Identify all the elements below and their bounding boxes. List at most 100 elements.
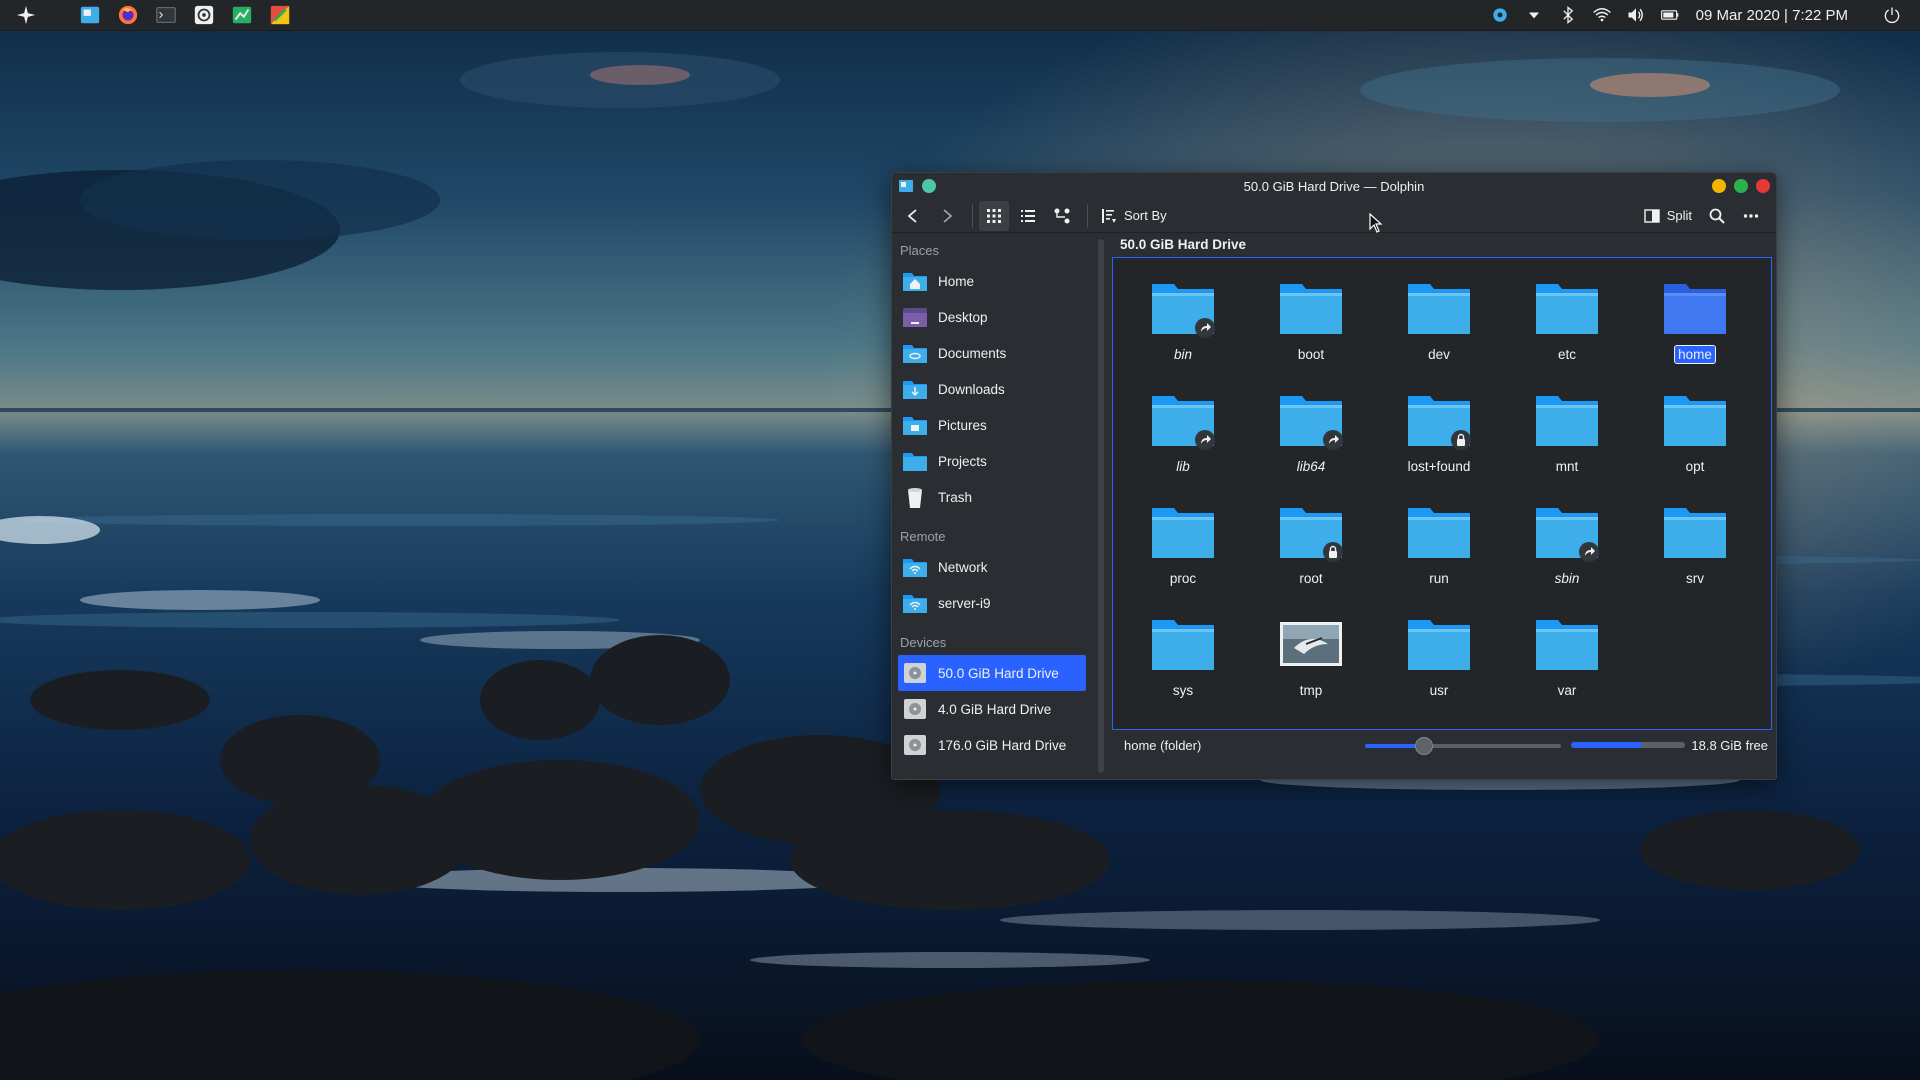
- lock-icon: [1457, 433, 1465, 446]
- places-item-trash[interactable]: Trash: [898, 479, 1086, 515]
- places-item-50-0-gib-hard-drive[interactable]: 50.0 GiB Hard Drive: [898, 655, 1086, 691]
- expand-arrow-icon[interactable]: [1522, 3, 1546, 27]
- file-item-tmp[interactable]: tmp: [1247, 612, 1375, 724]
- file-item-var[interactable]: var: [1503, 612, 1631, 724]
- file-item-usr[interactable]: usr: [1375, 612, 1503, 724]
- window-titlebar[interactable]: 50.0 GiB Hard Drive — Dolphin: [892, 173, 1776, 199]
- places-item-pictures[interactable]: Pictures: [898, 407, 1086, 443]
- places-item-downloads[interactable]: Downloads: [898, 371, 1086, 407]
- search-button[interactable]: [1702, 201, 1732, 231]
- file-item-sbin[interactable]: sbin: [1503, 500, 1631, 612]
- file-label: etc: [1557, 347, 1576, 362]
- tree-icon: [1054, 208, 1070, 223]
- file-item-sys[interactable]: sys: [1119, 612, 1247, 724]
- menu-button[interactable]: [1736, 201, 1766, 231]
- places-item-desktop[interactable]: Desktop: [898, 299, 1086, 335]
- battery-icon[interactable]: [1658, 3, 1682, 27]
- folder-icon: [1536, 396, 1598, 446]
- symlink-icon: [1201, 323, 1211, 332]
- krita-icon[interactable]: [268, 3, 292, 27]
- file-item-boot[interactable]: boot: [1247, 276, 1375, 388]
- places-item-documents[interactable]: Documents: [898, 335, 1086, 371]
- file-item-lib64[interactable]: lib64: [1247, 388, 1375, 500]
- mouse-cursor-icon: [1369, 213, 1383, 233]
- sort-icon: [1102, 208, 1116, 223]
- lock-icon: [1329, 545, 1337, 558]
- file-item-root[interactable]: root: [1247, 500, 1375, 612]
- file-item-lost-found[interactable]: lost+found: [1375, 388, 1503, 500]
- file-grid[interactable]: bin boot dev etc home lib lib64 lost+found mnt op…: [1112, 257, 1772, 730]
- close-button[interactable]: [1756, 179, 1770, 193]
- file-item-home[interactable]: home: [1631, 276, 1759, 388]
- places-item-projects[interactable]: Projects: [898, 443, 1086, 479]
- dolphin-icon[interactable]: [78, 3, 102, 27]
- file-label: mnt: [1555, 459, 1579, 474]
- zoom-slider[interactable]: [1365, 737, 1562, 755]
- tree-view-button[interactable]: [1047, 201, 1077, 231]
- split-button[interactable]: Split: [1637, 201, 1698, 231]
- file-label: lost+found: [1407, 459, 1471, 474]
- file-item-run[interactable]: run: [1375, 500, 1503, 612]
- icons-view-button[interactable]: [979, 200, 1009, 231]
- file-label: tmp: [1299, 683, 1323, 698]
- folder-icon: [1280, 284, 1342, 334]
- volume-icon[interactable]: [1624, 3, 1648, 27]
- folder-icon: [1536, 620, 1598, 670]
- file-item-mnt[interactable]: mnt: [1503, 388, 1631, 500]
- file-item-proc[interactable]: proc: [1119, 500, 1247, 612]
- places-item-176-0-gib-hard-drive[interactable]: 176.0 GiB Hard Drive: [898, 727, 1086, 763]
- file-item-lib[interactable]: lib: [1119, 388, 1247, 500]
- file-item-srv[interactable]: srv: [1631, 500, 1759, 612]
- symlink-icon: [1585, 547, 1595, 556]
- folder-icon: [1659, 500, 1731, 564]
- sort-by-button[interactable]: Sort By: [1094, 201, 1173, 231]
- places-section-gap: [898, 515, 1086, 523]
- search-icon: [1709, 208, 1725, 224]
- folder-icon: [1664, 396, 1726, 446]
- file-label: boot: [1297, 347, 1325, 362]
- places-item-home[interactable]: Home: [898, 263, 1086, 299]
- file-item-dev[interactable]: dev: [1375, 276, 1503, 388]
- maximize-button[interactable]: [1734, 179, 1748, 193]
- symlink-emblem-icon: [1579, 542, 1599, 562]
- places-scrollbar[interactable]: [1098, 239, 1104, 773]
- file-label: proc: [1169, 571, 1197, 586]
- firefox-icon[interactable]: [116, 3, 140, 27]
- folder-icon: [1659, 276, 1731, 340]
- settings-icon[interactable]: [192, 3, 216, 27]
- kde-launcher-icon[interactable]: [14, 3, 38, 27]
- forward-button[interactable]: [932, 201, 962, 231]
- projects-folder-icon: [902, 448, 928, 474]
- folder-icon: [1408, 284, 1470, 334]
- file-label: lib64: [1296, 459, 1326, 474]
- clock[interactable]: 09 Mar 2020 | 7:22 PM: [1696, 7, 1848, 24]
- status-bar: home (folder) 18.8 GiB free: [1110, 730, 1772, 760]
- lock-emblem-icon: [1451, 430, 1471, 450]
- sort-by-label: Sort By: [1124, 208, 1167, 223]
- window-title: 50.0 GiB Hard Drive — Dolphin: [1243, 178, 1425, 194]
- places-item-server-i9[interactable]: server-i9: [898, 585, 1086, 621]
- places-item-label: Home: [938, 273, 975, 289]
- file-label: bin: [1173, 347, 1192, 362]
- terminal-icon[interactable]: [154, 3, 178, 27]
- details-view-button[interactable]: [1013, 201, 1043, 231]
- file-label: sys: [1172, 683, 1194, 698]
- spreadsheet-icon[interactable]: [230, 3, 254, 27]
- plasma-settings-icon[interactable]: [1488, 3, 1512, 27]
- folder-icon: [1403, 500, 1475, 564]
- places-item-network[interactable]: Network: [898, 549, 1086, 585]
- folder-icon: [1408, 620, 1470, 670]
- zoom-slider-handle[interactable]: [1415, 737, 1434, 755]
- file-item-bin[interactable]: bin: [1119, 276, 1247, 388]
- back-button[interactable]: [898, 201, 928, 231]
- bluetooth-icon[interactable]: [1556, 3, 1580, 27]
- folder-icon: [1408, 508, 1470, 558]
- minimize-button[interactable]: [1712, 179, 1726, 193]
- places-item-4-0-gib-hard-drive[interactable]: 4.0 GiB Hard Drive: [898, 691, 1086, 727]
- places-section-header: Remote: [900, 529, 946, 544]
- file-label: run: [1429, 571, 1449, 586]
- wifi-icon[interactable]: [1590, 3, 1614, 27]
- power-icon[interactable]: [1880, 3, 1904, 27]
- file-item-opt[interactable]: opt: [1631, 388, 1759, 500]
- file-item-etc[interactable]: etc: [1503, 276, 1631, 388]
